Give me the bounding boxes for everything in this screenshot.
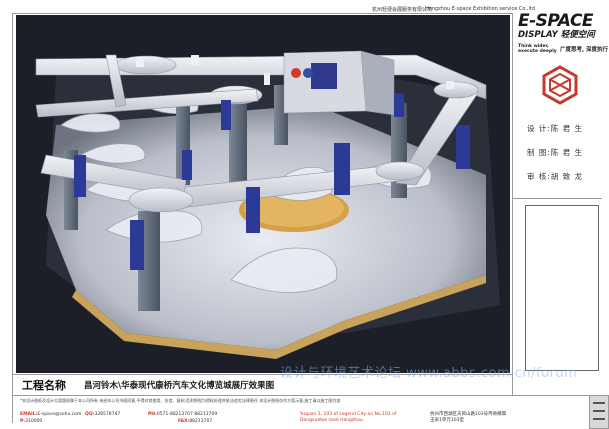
copyright-notice: *本设计图纸及设计方案版权属于本公司所有 未经本公司书面同意,不得对其使用、仿造…: [20, 398, 341, 403]
phone-contact: PH:0571-88213707 88213709: [148, 412, 217, 417]
frame-line: [12, 395, 590, 396]
seal-mark: [593, 402, 605, 404]
postcode-contact: P:310000: [20, 419, 42, 424]
logo-wordmark: E-SPACE: [518, 11, 594, 31]
reviewer-credit: 审 核:胡 致 龙: [527, 172, 584, 181]
document-seal: [589, 395, 609, 429]
stamp-area: [525, 205, 599, 371]
address-cn: 杭州市西湖区天目山路103号传奇精典 玉泉1单元103室: [430, 412, 507, 423]
qq-value: 328578747: [94, 412, 121, 417]
email-contact: EMAIL:E-space@sohu.com: [20, 412, 81, 417]
logo-subtitle: DISPLAY 轻便空间: [518, 30, 595, 40]
frame-line: [512, 198, 602, 199]
qq-contact: QQ:328578747: [85, 412, 120, 417]
fax-contact: FAX:88213707: [178, 419, 212, 424]
tagline-en: Think wider, execute deeply: [518, 44, 557, 54]
frame-line: [512, 13, 513, 395]
project-name: 昌河铃木\华泰现代康桥汽车文化博览城展厅效果图: [84, 381, 275, 391]
cube-logo-icon: [542, 65, 578, 105]
phone-value: 0571-88213707 88213709: [156, 412, 218, 417]
tagline-cn: 广度思考, 深度执行: [560, 47, 609, 53]
brand-logo: E-SPACE DISPLAY 轻便空间 Think wider, execut…: [518, 11, 609, 55]
fax-label: FAX:: [178, 419, 190, 424]
email-label: EMAIL:: [20, 412, 38, 417]
address-en: Yuquan 1, 103 of Legend City on No.103 o…: [300, 412, 397, 423]
exhibition-render: [16, 15, 510, 373]
postcode-value: 310000: [25, 419, 43, 424]
designer-credit: 设 计:陈 君 生: [527, 124, 584, 133]
seal-mark: [593, 418, 605, 420]
phone-label: PH:: [148, 412, 157, 417]
fax-value: 88213707: [189, 419, 213, 424]
seal-mark: [593, 410, 605, 412]
email-value: E-space@sohu.com: [37, 412, 82, 417]
frame-line: [12, 13, 13, 423]
project-label: 工程名称: [22, 379, 66, 392]
frame-line: [12, 13, 512, 14]
showroom-illustration: [16, 15, 510, 373]
drafter-credit: 制 图:陈 君 生: [527, 148, 584, 157]
company-name-cn: 杭州轻便会展服务有限公司: [372, 7, 433, 13]
forum-watermark: 设计与环境艺术论坛 www.abbs.com.cn/forum: [280, 366, 578, 381]
